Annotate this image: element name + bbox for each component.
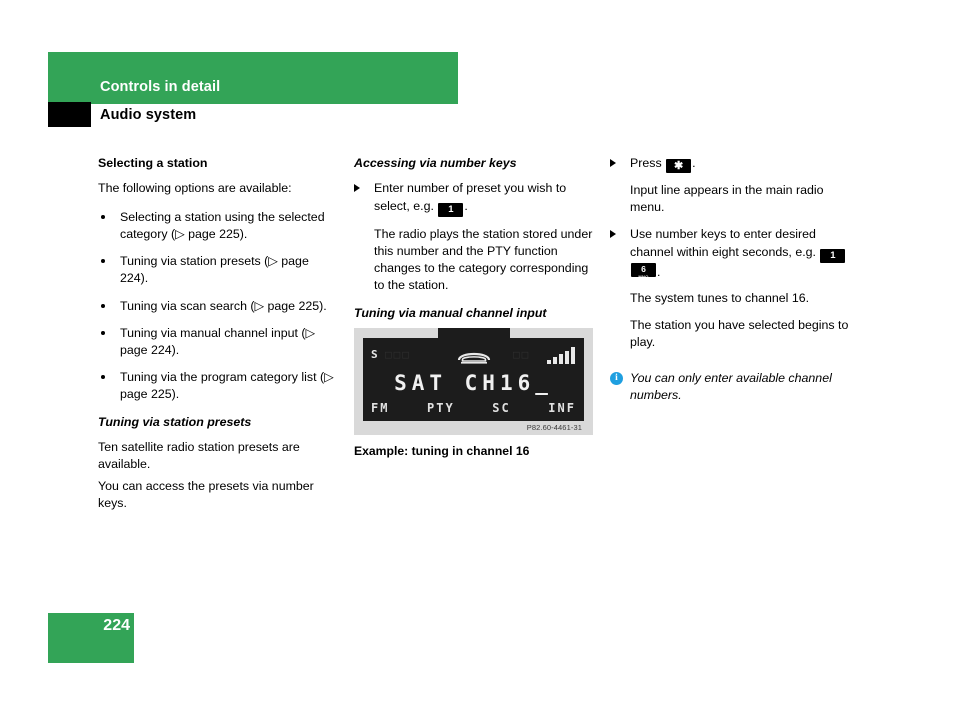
step-text-tail: .	[657, 264, 661, 279]
key-1-icon: 1	[438, 202, 464, 217]
heading-tuning-via-manual-channel-input: Tuning via manual channel input	[354, 305, 547, 320]
bullet-dot-icon	[101, 259, 105, 264]
key-label: 1	[448, 203, 454, 215]
key-1-icon: 1	[820, 248, 846, 263]
heading-selecting-a-station: Selecting a station	[98, 156, 208, 170]
list-item-label: Tuning via station presets (▷ page 224).	[120, 254, 309, 286]
page-number: 224	[103, 617, 130, 634]
list-item-label: Tuning via manual channel input (▷ page …	[120, 325, 316, 358]
step-result-input-line: Input line appears in the main radio men…	[630, 183, 824, 215]
lcd-softkey-row: FM PTY SC INF	[371, 401, 576, 415]
key-label: 6	[641, 263, 646, 274]
key-sublabel: MNO	[638, 273, 649, 279]
options-bullet-list: Selecting a station using the selected c…	[98, 209, 340, 404]
list-item: Tuning via the program category list (▷ …	[98, 369, 340, 403]
key-label: 1	[830, 249, 836, 261]
step-item-enter-preset: Enter number of preset you wish to selec…	[354, 180, 596, 217]
list-item: Selecting a station using the selected c…	[98, 209, 340, 243]
figure-reference-code: P82.60-4461-31	[526, 423, 582, 432]
lcd-screen: S □□□ □□ SAT CH16_ FM PTY SC INF	[363, 338, 584, 421]
step-triangle-icon	[610, 230, 616, 239]
softkey-sc[interactable]: SC	[492, 401, 510, 415]
signal-bars-icon	[547, 346, 575, 364]
presets-body-line-2: You can access the presets via number ke…	[98, 478, 314, 510]
heading-tuning-via-station-presets: Tuning via station presets	[98, 414, 252, 429]
info-icon: i	[610, 371, 623, 385]
manual-channel-step-list: Press ✱.	[610, 155, 856, 173]
manual-channel-step-list-2: Use number keys to enter desired channel…	[610, 226, 856, 280]
section-title: Audio system	[100, 107, 197, 123]
chapter-title: Controls in detail	[100, 79, 221, 95]
figure-caption: Example: tuning in channel 16	[354, 444, 530, 458]
phone-handset-icon	[457, 352, 490, 364]
lcd-main-text: SAT CH16_	[394, 371, 553, 395]
display-notch	[437, 328, 510, 338]
step-triangle-icon	[610, 159, 616, 167]
step-triangle-icon	[354, 184, 360, 193]
column-two: Accessing via number keys Enter number o…	[354, 155, 596, 330]
column-one: Selecting a station The following option…	[98, 155, 340, 523]
radio-display-figure: S □□□ □□ SAT CH16_ FM PTY SC INF P82.60-…	[354, 328, 593, 460]
step-item-enter-channel: Use number keys to enter desired channel…	[610, 226, 856, 280]
step-result-radio-plays: The radio plays the station stored under…	[374, 226, 593, 293]
info-note-text: You can only enter available channel num…	[630, 370, 832, 402]
list-item: Tuning via scan search (▷ page 225).	[98, 298, 340, 315]
bullet-dot-icon	[101, 375, 105, 380]
step-text-tail: .	[464, 198, 468, 213]
lcd-ghost-segments-left: □□□	[385, 348, 411, 361]
column-three: Press ✱. Input line appears in the main …	[610, 155, 856, 404]
section-tab-marker	[48, 102, 91, 127]
step-result-tunes-channel: The system tunes to channel 16.	[630, 290, 810, 305]
list-item-label: Selecting a station using the selected c…	[120, 209, 325, 241]
softkey-fm[interactable]: FM	[371, 401, 389, 415]
list-item-label: Tuning via scan search (▷ page 225).	[120, 298, 327, 313]
softkey-inf[interactable]: INF	[548, 401, 576, 415]
list-item: Tuning via manual channel input (▷ page …	[98, 325, 340, 359]
info-note: i You can only enter available channel n…	[610, 370, 856, 404]
chapter-header-bar	[48, 52, 458, 104]
figure-frame: S □□□ □□ SAT CH16_ FM PTY SC INF P82.60-…	[354, 328, 593, 435]
bullet-dot-icon	[101, 214, 105, 219]
list-item-label: Tuning via the program category list (▷ …	[120, 370, 334, 402]
step-result-begins-play: The station you have selected begins to …	[630, 318, 849, 350]
step-text-tail: .	[692, 156, 696, 170]
step-text: Enter number of preset you wish to selec…	[374, 181, 567, 213]
number-keys-step-list: Enter number of preset you wish to selec…	[354, 180, 596, 217]
heading-accessing-via-number-keys: Accessing via number keys	[354, 156, 517, 170]
step-text: Use number keys to enter desired channel…	[630, 227, 816, 259]
softkey-pty[interactable]: PTY	[427, 401, 455, 415]
key-6-mno-icon: 6 MNO	[631, 262, 656, 279]
presets-body-line-1: Ten satellite radio station presets are …	[98, 440, 300, 472]
lcd-ghost-segments-right: □□	[513, 348, 531, 361]
key-star-icon: ✱	[666, 159, 692, 173]
bullet-dot-icon	[101, 330, 105, 335]
key-label: ✱	[674, 160, 684, 172]
step-text: Press	[630, 156, 662, 170]
bullet-dot-icon	[101, 303, 105, 308]
lcd-status-left: S	[371, 348, 379, 361]
intro-text: The following options are available:	[98, 181, 292, 196]
step-item-press-star: Press ✱.	[610, 155, 856, 173]
list-item: Tuning via station presets (▷ page 224).	[98, 253, 340, 287]
